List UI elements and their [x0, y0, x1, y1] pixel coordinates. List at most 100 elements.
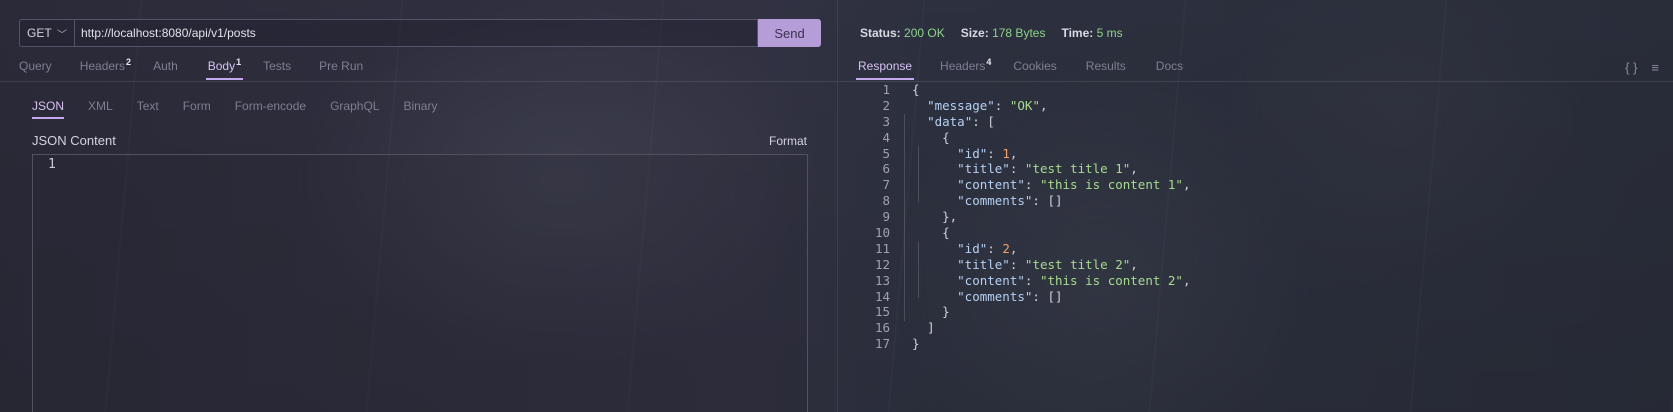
request-tabs: Query Headers2 Auth Body1 Tests Pre Run — [19, 57, 386, 80]
code-text: "content": "this is content 1", — [957, 177, 1191, 193]
body-count-badge: 1 — [236, 57, 242, 67]
line-number: 6 — [882, 161, 890, 177]
tab-label: Pre Run — [319, 59, 364, 73]
tab-response-headers[interactable]: Headers4 — [940, 57, 991, 80]
post-content-value: this is content 2 — [1047, 272, 1176, 288]
response-tabs: Response Headers4 Cookies Results Docs — [855, 57, 1206, 80]
code-text: }, — [942, 209, 958, 225]
code-line: 13 "content": "this is content 2", — [860, 272, 1191, 289]
body-type-xml[interactable]: XML — [88, 99, 113, 119]
line-number: 15 — [874, 304, 890, 320]
request-bar: GET ﹀ http://localhost:8080/api/v1/posts… — [19, 19, 821, 47]
code-text: "id": 1, — [957, 145, 1018, 161]
line-number: 4 — [882, 129, 890, 145]
code-line: 10 { — [860, 225, 1190, 241]
body-type-tabs: JSON XML Text Form Form-encode GraphQL B… — [32, 99, 461, 119]
line-number: 9 — [882, 209, 890, 225]
tab-docs[interactable]: Docs — [1156, 59, 1183, 80]
line-number: 8 — [882, 193, 890, 209]
request-panel: GET ﹀ http://localhost:8080/api/v1/posts… — [0, 0, 838, 412]
body-type-form-encode[interactable]: Form-encode — [235, 99, 306, 119]
code-line: 7 "content": "this is content 1", — [860, 177, 1190, 193]
body-type-binary[interactable]: Binary — [403, 99, 437, 119]
send-button[interactable]: Send — [758, 19, 821, 47]
time-item: Time: 5 ms — [1061, 26, 1122, 40]
code-line: 8 "comments": [] — [860, 193, 1190, 209]
body-type-json[interactable]: JSON — [32, 99, 65, 119]
response-body-viewer[interactable]: 1{ 2 "message": "OK", 3 "data": [ 4 { 5 … — [860, 82, 1191, 352]
body-type-graphql[interactable]: GraphQL — [330, 99, 379, 119]
response-status-bar: Status: 200 OK Size: 178 Bytes Time: 5 m… — [860, 26, 1139, 40]
tab-auth[interactable]: Auth — [153, 59, 178, 80]
status-value: 200 OK — [904, 26, 945, 40]
chevron-down-icon: ﹀ — [57, 29, 67, 41]
line-number: 3 — [882, 113, 890, 129]
tab-label: Cookies — [1013, 59, 1057, 73]
time-label: Time: — [1061, 26, 1094, 40]
body-type-text[interactable]: Text — [137, 99, 159, 119]
tab-query[interactable]: Query — [19, 59, 52, 80]
post-id-value: 1 — [1002, 145, 1010, 161]
code-text: "comments": [] — [957, 193, 1063, 209]
line-number: 11 — [874, 240, 890, 256]
code-text: } — [942, 304, 950, 320]
code-line: 1{ — [860, 82, 1190, 98]
size-label: Size: — [960, 26, 989, 40]
headers-count-badge: 2 — [126, 57, 132, 67]
line-number: 13 — [874, 272, 890, 288]
status-item: Status: 200 OK — [860, 26, 945, 40]
code-line: 16 ] — [860, 320, 1190, 336]
code-text: "message": "OK", — [927, 97, 1048, 113]
tab-label: Tests — [263, 59, 292, 73]
code-line: 14 "comments": [] — [860, 289, 1190, 305]
tab-headers[interactable]: Headers2 — [80, 57, 131, 80]
line-number: 17 — [874, 336, 890, 352]
code-text: { — [912, 82, 920, 97]
format-button[interactable]: Format — [769, 134, 807, 148]
json-content-label: JSON Content — [32, 133, 116, 148]
time-value: 5 ms — [1096, 26, 1123, 40]
code-text: ] — [927, 320, 935, 336]
size-item: Size: 178 Bytes — [961, 26, 1046, 40]
menu-icon[interactable]: ≡ — [1651, 60, 1659, 75]
tab-pre-run[interactable]: Pre Run — [319, 59, 363, 80]
code-text: "content": "this is content 2", — [957, 272, 1191, 288]
code-line: 5 "id": 1, — [860, 146, 1190, 162]
braces-icon[interactable]: { } — [1625, 60, 1637, 75]
tab-response[interactable]: Response — [855, 59, 915, 80]
tab-tests[interactable]: Tests — [263, 59, 291, 80]
code-text: { — [942, 225, 950, 241]
line-number: 5 — [882, 145, 890, 161]
editor-line-number: 1 — [48, 157, 56, 172]
tab-label: Query — [19, 59, 52, 73]
code-line: 12 "title": "test title 2", — [860, 257, 1190, 273]
post-title-value: test title 2 — [1032, 256, 1123, 272]
url-input[interactable]: http://localhost:8080/api/v1/posts — [74, 19, 758, 47]
code-line: 2 "message": "OK", — [860, 98, 1190, 114]
tab-label: Headers — [940, 59, 986, 73]
line-number: 7 — [882, 177, 890, 193]
post-title-value: test title 1 — [1032, 161, 1123, 177]
tab-label: Auth — [153, 59, 178, 73]
json-body-editor[interactable]: 1 — [32, 154, 808, 412]
code-line: 17} — [860, 336, 1190, 352]
message-value: OK — [1017, 97, 1033, 113]
method-select[interactable]: GET ﹀ — [19, 19, 74, 47]
tab-label: Body — [207, 59, 236, 73]
status-label: Status: — [860, 26, 901, 40]
body-type-form[interactable]: Form — [183, 99, 211, 119]
code-text: } — [912, 336, 920, 352]
code-text: { — [942, 129, 950, 145]
response-toolbar: { } ≡ — [1625, 60, 1673, 75]
tab-cookies[interactable]: Cookies — [1013, 59, 1056, 80]
tab-label: Results — [1085, 59, 1126, 73]
code-line: 3 "data": [ — [860, 114, 1190, 130]
tab-body[interactable]: Body1 — [205, 57, 244, 80]
line-number: 2 — [882, 97, 890, 113]
tab-label: Headers — [79, 59, 126, 73]
tab-label: Docs — [1155, 59, 1184, 73]
code-text: "id": 2, — [957, 240, 1018, 256]
tab-results[interactable]: Results — [1086, 59, 1126, 80]
tab-label: Response — [858, 59, 913, 73]
line-number: 14 — [874, 288, 890, 304]
